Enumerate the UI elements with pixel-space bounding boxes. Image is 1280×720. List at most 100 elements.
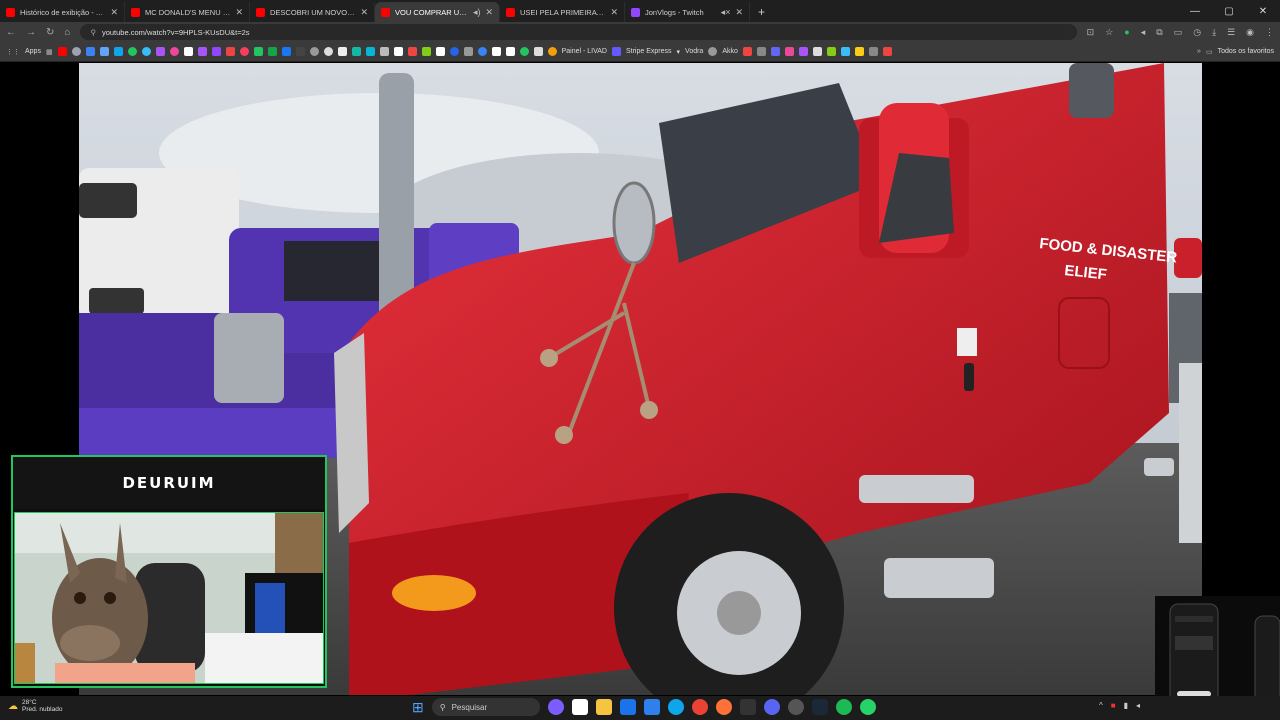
explorer-icon[interactable] — [595, 699, 612, 715]
bookmark-icon[interactable] — [519, 47, 529, 56]
home-icon[interactable]: ⌂ — [64, 27, 70, 38]
more-icon[interactable]: ⋮ — [1265, 27, 1274, 38]
bookmark-icon[interactable] — [756, 47, 766, 56]
bookmark-icon[interactable] — [421, 47, 431, 56]
store-icon[interactable] — [571, 699, 588, 715]
firefox-icon[interactable] — [715, 699, 732, 715]
tab-caminhao[interactable]: VOU COMPRAR UM CAMINHÃO ◂) ✕ — [375, 2, 500, 22]
bookmark-icon[interactable] — [547, 47, 557, 56]
forward-icon[interactable]: → — [26, 27, 36, 38]
bookmark-icon[interactable] — [882, 47, 892, 56]
maximize-icon[interactable]: ▢ — [1212, 6, 1246, 17]
bookmark-icon[interactable] — [854, 47, 864, 56]
grid-icon[interactable]: ▦ — [46, 48, 53, 56]
bookmark-icon[interactable] — [295, 47, 305, 56]
steam-icon[interactable] — [811, 699, 828, 715]
tab-fastfood[interactable]: DESCOBRI UM NOVO FASTFOOD ✕ — [250, 2, 375, 22]
bookmark-icon[interactable] — [197, 47, 207, 56]
bookmark-icon[interactable] — [379, 47, 389, 56]
tab-history[interactable]: Histórico de exibição - YouTube ✕ — [0, 2, 125, 22]
bookmark-icon[interactable] — [225, 47, 235, 56]
bookmark-akko[interactable]: Akko — [722, 48, 738, 55]
tray-app-icon[interactable]: ■ — [1111, 701, 1116, 710]
volume-icon[interactable]: ◂ — [1136, 701, 1140, 710]
bookmark-icon[interactable] — [784, 47, 794, 56]
bookmark-icon[interactable] — [57, 47, 67, 56]
bookmark-icon[interactable] — [533, 47, 543, 56]
sidebar-icon[interactable]: ▭ — [1174, 27, 1183, 38]
terminal-icon[interactable] — [739, 699, 756, 715]
weather-widget[interactable]: ☁ 28°C Pred. nublado — [8, 699, 62, 713]
bookmark-icon[interactable] — [211, 47, 221, 56]
settings-icon[interactable] — [787, 699, 804, 715]
more-bookmarks-icon[interactable]: » — [1197, 48, 1201, 55]
back-icon[interactable]: ← — [6, 27, 16, 38]
bookmark-icon[interactable] — [183, 47, 193, 56]
copilot-icon[interactable] — [547, 699, 564, 715]
minimize-icon[interactable]: — — [1178, 6, 1212, 17]
bookmark-icon[interactable] — [798, 47, 808, 56]
close-icon[interactable]: ✕ — [610, 7, 618, 18]
bookmark-icon[interactable] — [351, 47, 361, 56]
bookmark-icon[interactable] — [449, 47, 459, 56]
chrome-icon[interactable] — [691, 699, 708, 715]
bookmark-icon[interactable] — [281, 47, 291, 56]
address-bar[interactable]: ⚲ youtube.com/watch?v=9HPLS-KUsDU&t=2s — [80, 24, 1077, 40]
mail-icon[interactable] — [619, 699, 636, 715]
apps-bookmark[interactable]: Apps — [25, 48, 41, 55]
bookmark-stripe[interactable]: Stripe Express — [626, 48, 672, 55]
bookmark-icon[interactable] — [491, 47, 501, 56]
bookmark-icon[interactable] — [505, 47, 515, 56]
bookmark-icon[interactable] — [253, 47, 263, 56]
bookmark-icon[interactable] — [742, 47, 752, 56]
bookmark-icon[interactable] — [812, 47, 822, 56]
media-icon[interactable]: ◂ — [1141, 27, 1146, 38]
bookmark-icon[interactable] — [85, 47, 95, 56]
bookmark-icon[interactable] — [267, 47, 277, 56]
bookmark-star-icon[interactable]: ☆ — [1105, 27, 1113, 38]
bookmark-icon[interactable] — [169, 47, 179, 56]
bookmark-icon[interactable] — [99, 47, 109, 56]
bookmark-icon[interactable] — [113, 47, 123, 56]
close-window-icon[interactable]: ✕ — [1246, 6, 1280, 17]
bookmark-icon[interactable] — [309, 47, 319, 56]
install-icon[interactable]: ⊡ — [1087, 27, 1095, 38]
mute-icon[interactable]: ◂× — [721, 7, 731, 18]
close-icon[interactable]: ✕ — [735, 7, 743, 18]
bookmark-icon[interactable] — [71, 47, 81, 56]
close-icon[interactable]: ✕ — [485, 7, 493, 18]
menu-icon[interactable]: ☰ — [1227, 27, 1235, 38]
bookmark-icon[interactable] — [155, 47, 165, 56]
new-tab-button[interactable]: + — [750, 5, 773, 22]
close-icon[interactable]: ✕ — [360, 7, 368, 18]
reload-icon[interactable]: ↻ — [46, 27, 54, 38]
bookmark-icon[interactable] — [770, 47, 780, 56]
bookmark-icon[interactable] — [826, 47, 836, 56]
tab-mcdonalds[interactable]: MC DONALD'S MENU GLOBAL ✕ — [125, 2, 250, 22]
bookmark-icon[interactable] — [127, 47, 137, 56]
extensions-puzzle-icon[interactable]: ⧉ — [1156, 27, 1162, 38]
site-info-icon[interactable]: ⚲ — [90, 28, 96, 37]
chevron-up-icon[interactable]: ^ — [1099, 701, 1103, 710]
download-icon[interactable]: ⤓ — [1212, 27, 1216, 38]
close-icon[interactable]: ✕ — [235, 7, 243, 18]
bookmark-icon[interactable] — [477, 47, 487, 56]
bookmark-icon[interactable] — [393, 47, 403, 56]
bookmark-icon[interactable] — [141, 47, 151, 56]
bookmark-painel[interactable]: Painel - LIVAD — [562, 48, 607, 55]
tab-twitch[interactable]: JonVlogs - Twitch ◂× ✕ — [625, 2, 750, 22]
bookmark-icon[interactable] — [463, 47, 473, 56]
bookmark-icon[interactable] — [239, 47, 249, 56]
taskbar-search[interactable]: ⚲ Pesquisar — [431, 698, 540, 716]
bookmark-icon[interactable] — [407, 47, 417, 56]
bookmark-icon[interactable] — [337, 47, 347, 56]
speaker-icon[interactable]: ◂) — [473, 7, 481, 18]
windows-start-icon[interactable]: ⊞ — [412, 699, 424, 716]
bookmark-icon[interactable] — [435, 47, 445, 56]
bookmark-icon[interactable] — [323, 47, 333, 56]
apps-icon[interactable]: ⋮⋮ — [6, 48, 20, 56]
history-icon[interactable]: ◷ — [1193, 27, 1201, 38]
discord-icon[interactable] — [763, 699, 780, 715]
close-icon[interactable]: ✕ — [110, 7, 118, 18]
edge-icon[interactable] — [667, 699, 684, 715]
